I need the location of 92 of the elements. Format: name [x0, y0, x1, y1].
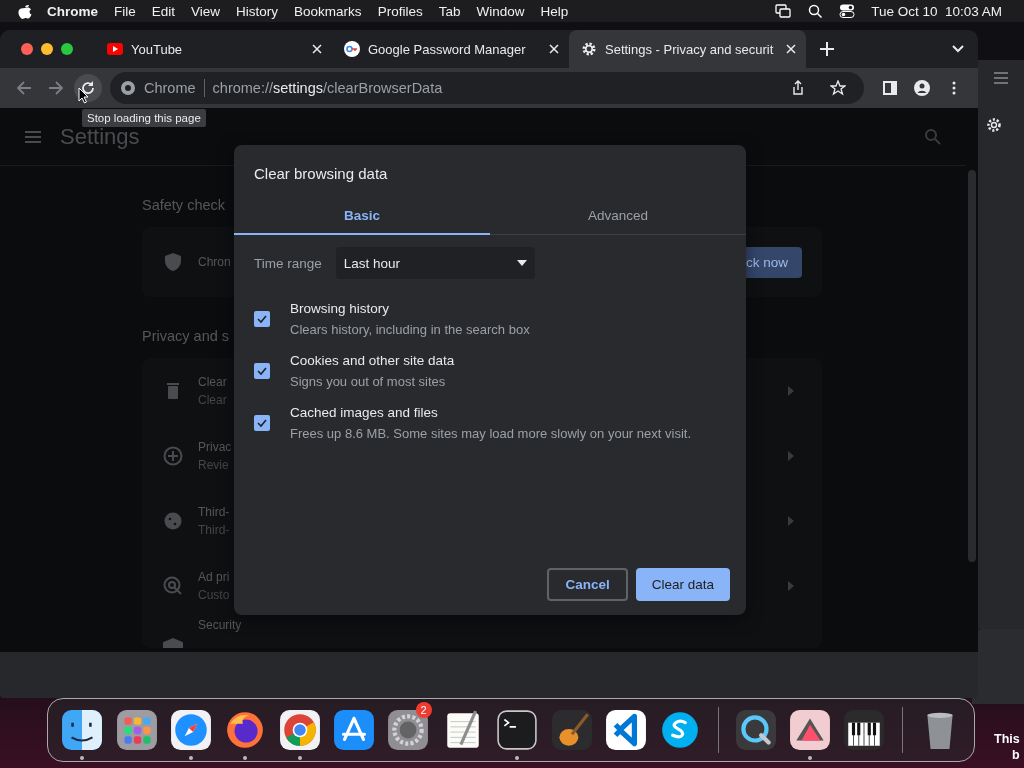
option-description: Clears history, including in the search box [290, 322, 530, 337]
piano-icon[interactable] [843, 709, 886, 751]
shield-icon [163, 252, 183, 272]
cursor-icon [78, 87, 89, 104]
apple-logo-icon[interactable] [18, 3, 32, 19]
close-icon[interactable] [549, 44, 559, 54]
notification-text: b [1012, 747, 1020, 763]
compass-icon[interactable] [169, 709, 212, 751]
clear-data-button[interactable]: Clear data [635, 568, 730, 601]
row-title: Chron [198, 255, 231, 269]
arrow-left-icon[interactable] [16, 80, 32, 96]
notification-text: This [994, 731, 1020, 747]
option-description: Signs you out of most sites [290, 374, 447, 389]
row-subtitle: Revie [198, 457, 229, 472]
compass-icon [163, 445, 183, 466]
menu-item[interactable]: Profiles [369, 3, 431, 19]
ring-icon[interactable] [278, 709, 321, 751]
notification-badge: 2 [415, 702, 432, 718]
guitar-icon[interactable] [550, 709, 593, 751]
side-panel-icon[interactable] [882, 80, 898, 96]
option-title: Cached images and files [290, 405, 439, 420]
url-text: chrome://settings/clearBrowserData [212, 80, 444, 96]
address-bar[interactable]: Chrome chrome://settings/clearBrowserData [110, 72, 864, 104]
option-description: Frees up 8.6 MB. Some sites may load more slowly on your next visit. [290, 426, 691, 441]
settings-icon [581, 41, 597, 57]
dialog-title: Clear browsing data [253, 164, 389, 184]
app-menu[interactable]: Chrome [32, 3, 106, 19]
cancel-button[interactable]: Cancel [547, 568, 628, 601]
new-tab-icon[interactable] [820, 42, 834, 56]
browser-tab[interactable]: Settings - Privacy and securit [569, 30, 806, 68]
reload-icon[interactable] [80, 80, 96, 96]
checkbox[interactable] [254, 311, 270, 327]
site-logo-icon [120, 80, 136, 96]
site-label: Chrome [144, 80, 196, 96]
row-title: Clear [198, 374, 227, 389]
row-subtitle: Custo [198, 587, 230, 602]
menu-item[interactable]: Window [468, 3, 533, 19]
checkbox[interactable] [254, 363, 270, 379]
ribbon-icon[interactable] [604, 709, 647, 751]
row-title: Third- [198, 504, 230, 519]
control-center-icon[interactable] [839, 4, 856, 18]
close-window-button[interactable] [21, 43, 33, 55]
menu-item[interactable]: Help [532, 3, 577, 19]
checkbox[interactable] [254, 415, 270, 431]
terminal-icon[interactable] [496, 709, 539, 751]
section-heading: Safety check [142, 197, 225, 213]
browser-tab[interactable]: YouTube [95, 30, 332, 68]
clock[interactable]: Tue Oct 10 10:03 AM [863, 3, 1010, 19]
menu-item[interactable]: Tab [430, 3, 469, 19]
lens-icon[interactable] [734, 709, 777, 751]
lock-icon [163, 638, 183, 648]
scrollbar[interactable] [968, 170, 976, 562]
caret-icon[interactable] [516, 260, 527, 266]
a-shape-icon[interactable] [333, 709, 376, 751]
menu-item[interactable]: Edit [143, 3, 184, 19]
screen-mirroring-icon[interactable] [775, 4, 792, 18]
close-icon[interactable] [786, 44, 796, 54]
settings-icon[interactable] [986, 117, 1002, 133]
chevron-down-icon[interactable] [952, 45, 964, 53]
key-icon [344, 41, 360, 57]
row-subtitle: Third- [198, 522, 230, 537]
option-title: Browsing history [290, 301, 391, 316]
zoom-window-button[interactable] [61, 43, 73, 55]
cookie-icon [163, 510, 183, 531]
target-icon [163, 575, 183, 596]
time-range-label: Time range [254, 255, 322, 271]
option-title: Cookies and other site data [290, 353, 455, 368]
menu-icon[interactable] [994, 72, 1008, 84]
browser-tab[interactable]: Google Password Manager [332, 30, 569, 68]
row-subtitle: Clear [198, 392, 227, 407]
grid-icon[interactable] [115, 709, 158, 751]
section-heading: Privacy and s [142, 328, 230, 344]
search-icon[interactable] [807, 4, 824, 18]
time-range-dropdown[interactable]: Last hour [335, 247, 535, 279]
star-icon[interactable] [830, 80, 846, 96]
minimize-window-button[interactable] [41, 43, 53, 55]
row-title: Ad pri [198, 569, 230, 584]
row-title: Security [198, 618, 242, 632]
play-icon [107, 41, 123, 57]
share-icon[interactable] [790, 80, 806, 96]
two-tone-app-icon[interactable] [61, 709, 104, 751]
dialog-tab[interactable]: Advanced [490, 198, 746, 235]
menu-item[interactable]: Bookmarks [286, 3, 370, 19]
menu-item[interactable]: File [106, 3, 144, 19]
row-title: Privac [198, 439, 232, 454]
arrow-right-icon[interactable] [48, 80, 64, 96]
menu-item[interactable]: View [183, 3, 229, 19]
dialog-tab[interactable]: Basic [234, 198, 490, 235]
menu-item[interactable]: History [228, 3, 287, 19]
tooltip: Stop loading this page [82, 109, 206, 127]
close-icon[interactable] [312, 44, 322, 54]
person-icon[interactable] [914, 80, 930, 96]
